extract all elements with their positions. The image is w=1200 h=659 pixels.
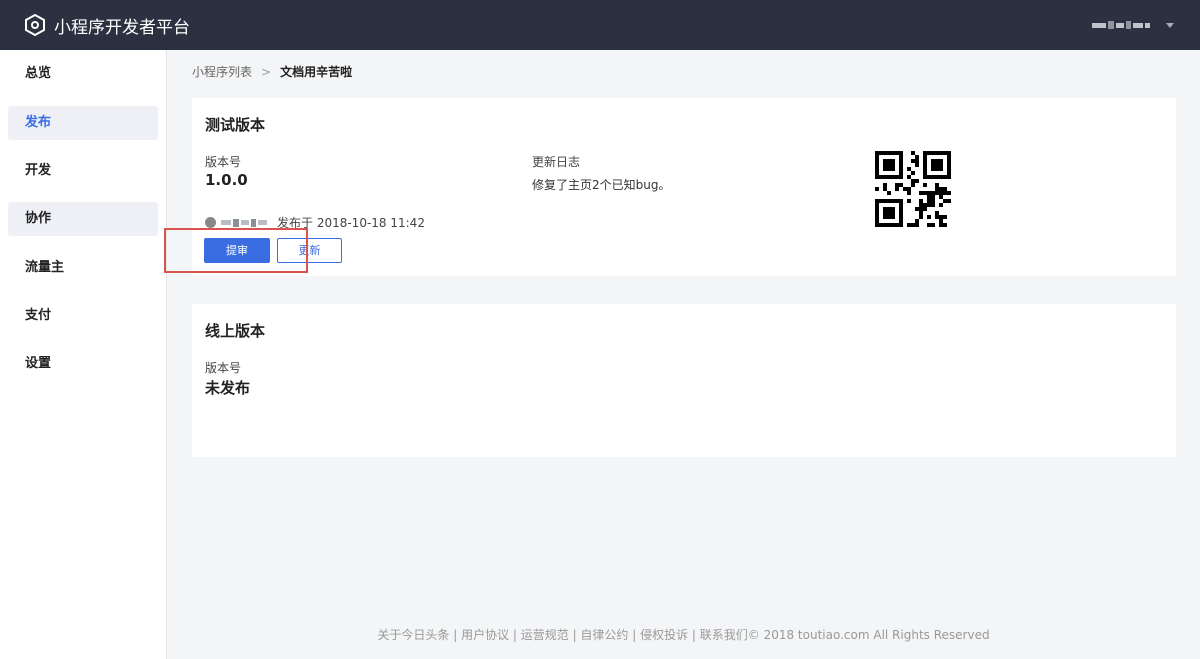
user-menu[interactable] [1092, 0, 1174, 50]
online-version-card: 线上版本 版本号 未发布 [192, 304, 1176, 457]
sidebar-item-develop[interactable]: 开发 [8, 154, 158, 188]
username-redacted [1092, 21, 1150, 29]
breadcrumb: 小程序列表 > 文档用辛苦啦 [192, 63, 352, 80]
top-bar: 小程序开发者平台 [0, 0, 1200, 50]
breadcrumb-current: 文档用辛苦啦 [280, 65, 353, 79]
app-logo-icon [25, 14, 45, 36]
sidebar-item-collaborate[interactable]: 协作 [8, 202, 158, 236]
sidebar: 总览 发布 开发 协作 流量主 支付 设置 [0, 50, 167, 659]
qr-code [875, 151, 951, 227]
app-logo[interactable]: 小程序开发者平台 [24, 13, 190, 38]
submit-review-button[interactable]: 提审 [204, 238, 270, 263]
changelog-text: 修复了主页2个已知bug。 [532, 178, 671, 192]
chevron-right-icon: > [261, 64, 272, 79]
online-version-title: 线上版本 [205, 322, 266, 340]
publish-time: 发布于 2018-10-18 11:42 [277, 216, 425, 230]
sidebar-item-overview[interactable]: 总览 [8, 57, 158, 91]
version-number: 1.0.0 [205, 171, 248, 189]
breadcrumb-parent[interactable]: 小程序列表 [192, 63, 252, 80]
test-version-card: 测试版本 版本号 1.0.0 更新日志 修复了主页2个已知bug。 发布于 20… [192, 98, 1176, 276]
online-version-label: 版本号 [205, 361, 242, 375]
publisher-name-redacted [221, 218, 267, 227]
sidebar-item-payment[interactable]: 支付 [8, 299, 158, 333]
version-label: 版本号 [205, 155, 242, 169]
sidebar-item-settings[interactable]: 设置 [8, 347, 158, 381]
avatar-icon [205, 217, 216, 228]
update-button[interactable]: 更新 [277, 238, 342, 263]
caret-down-icon[interactable] [1166, 22, 1174, 28]
sidebar-item-traffic[interactable]: 流量主 [8, 251, 158, 285]
publisher-info: 发布于 2018-10-18 11:42 [205, 214, 425, 231]
sidebar-item-publish[interactable]: 发布 [8, 106, 158, 140]
changelog-label: 更新日志 [532, 155, 581, 169]
test-version-title: 测试版本 [205, 116, 266, 134]
online-version-number: 未发布 [205, 379, 251, 397]
app-title: 小程序开发者平台 [54, 17, 190, 38]
footer: 关于今日头条 | 用户协议 | 运营规范 | 自律公约 | 侵权投诉 | 联系我… [377, 628, 990, 642]
